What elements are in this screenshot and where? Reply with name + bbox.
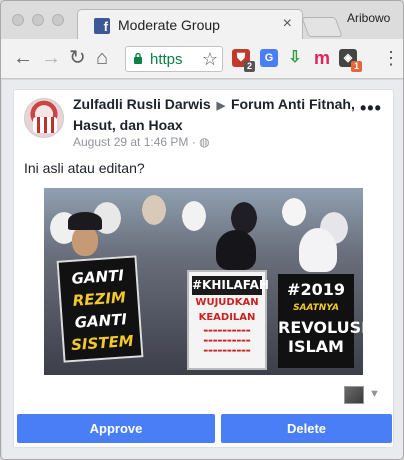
more-options-icon[interactable]: ••• xyxy=(360,98,382,119)
post-meta: August 29 at 1:46 PM · ◍ xyxy=(73,135,210,149)
sign-text: SAATNYA xyxy=(293,303,339,313)
lock-icon xyxy=(134,52,142,64)
minimize-window-button[interactable] xyxy=(32,14,44,26)
sign-text: #KHILAFAH xyxy=(192,276,269,295)
m-extension-icon[interactable]: m xyxy=(313,49,331,67)
download-extension-icon[interactable]: ⇩ xyxy=(286,49,304,67)
facebook-icon: f xyxy=(94,18,110,34)
globe-icon: ◍ xyxy=(199,135,210,149)
sign-fine-print: ▬▬▬▬▬▬▬▬▬▬ xyxy=(203,338,251,344)
timestamp[interactable]: August 29 at 1:46 PM xyxy=(73,135,188,149)
share-as-avatar[interactable] xyxy=(344,386,364,404)
group-post: Zulfadli Rusli Darwis ▶ Forum Anti Fitna… xyxy=(13,89,394,448)
protest-sign-middle: #KHILAFAH WUJUDKAN KEADILAN ▬▬▬▬▬▬▬▬▬▬ ▬… xyxy=(187,270,269,370)
shield-extension-icon[interactable]: ⛊ 2 xyxy=(232,49,255,72)
address-bar[interactable]: https ☆ xyxy=(125,46,223,72)
extension-badge: 2 xyxy=(244,61,255,72)
tab-strip: f Moderate Group × Aribowo xyxy=(1,1,403,40)
browser-window: f Moderate Group × Aribowo ← → ↻ ⌂ https… xyxy=(0,0,404,460)
reload-icon[interactable]: ↻ xyxy=(69,47,86,69)
back-arrow-icon[interactable]: ← xyxy=(13,47,33,69)
url-text: https xyxy=(150,51,183,68)
tab-moderate-group[interactable]: f Moderate Group × xyxy=(77,9,303,40)
forward-arrow-icon[interactable]: → xyxy=(41,47,61,69)
caret-down-icon[interactable]: ▼ xyxy=(369,388,380,400)
sign-fine-print: ▬▬▬▬▬▬▬▬▬▬ xyxy=(203,348,251,354)
bookmark-star-icon[interactable]: ☆ xyxy=(202,49,218,70)
post-header: Zulfadli Rusli Darwis ▶ Forum Anti Fitna… xyxy=(73,95,363,135)
sign-text: ISLAM xyxy=(288,337,344,356)
sign-text: REVOLUSI xyxy=(278,318,363,337)
sign-text: KEADILAN xyxy=(198,312,256,323)
post-photo[interactable]: GANTI REZIM GANTI SISTEM #KHILAFAH WUJUD… xyxy=(44,188,363,375)
triangle-right-icon: ▶ xyxy=(216,100,226,112)
home-icon[interactable]: ⌂ xyxy=(96,47,108,69)
tab-title: Moderate Group xyxy=(118,17,220,33)
translate-extension-icon[interactable]: G xyxy=(260,49,278,67)
close-tab-icon[interactable]: × xyxy=(283,15,292,33)
profile-name[interactable]: Aribowo xyxy=(347,11,390,25)
sign-text: WUJUDKAN xyxy=(195,297,259,308)
extension-badge: 1 xyxy=(351,61,362,72)
author-link[interactable]: Zulfadli Rusli Darwis xyxy=(73,96,211,112)
delete-button[interactable]: Delete xyxy=(221,414,392,443)
sign-text: #2019 xyxy=(287,280,345,299)
sign-text: SISTEM xyxy=(70,331,135,355)
separator: · xyxy=(191,135,200,149)
zoom-window-button[interactable] xyxy=(52,14,64,26)
avatar[interactable] xyxy=(24,98,64,138)
close-window-button[interactable] xyxy=(12,14,24,26)
new-tab-button[interactable] xyxy=(301,17,343,37)
post-caption: Ini asli atau editan? xyxy=(24,160,145,176)
protest-sign-left: GANTI REZIM GANTI SISTEM xyxy=(56,255,144,363)
post-share-row: ▼ xyxy=(14,382,395,408)
more-menu-icon[interactable]: ⋮ xyxy=(382,49,400,67)
browser-toolbar: ← → ↻ ⌂ https ☆ ⛊ 2 G ⇩ m ◈ 1 ⋮ xyxy=(1,39,403,79)
notification-extension-icon[interactable]: ◈ 1 xyxy=(339,49,362,72)
page-content: Zulfadli Rusli Darwis ▶ Forum Anti Fitna… xyxy=(2,80,403,459)
protest-sign-right: #2019 SAATNYA REVOLUSI ISLAM xyxy=(278,274,363,368)
approve-button[interactable]: Approve xyxy=(17,414,215,443)
sign-fine-print: ▬▬▬▬▬▬▬▬▬▬ xyxy=(203,328,251,334)
